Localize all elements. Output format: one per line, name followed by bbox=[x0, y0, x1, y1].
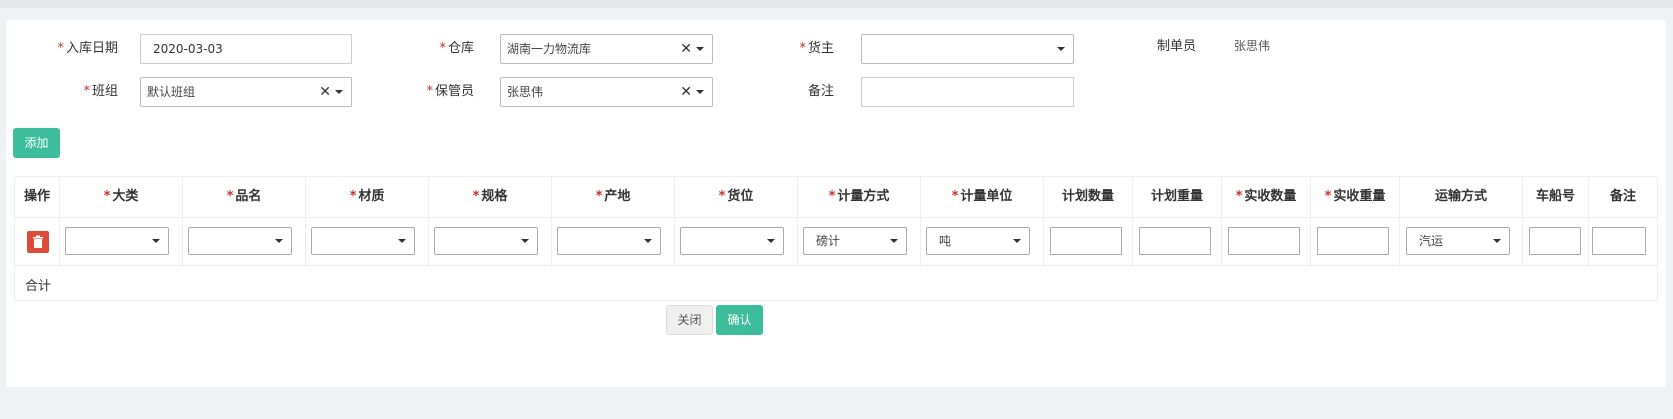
caret-down-icon bbox=[152, 239, 160, 243]
owner-label: * 货主 bbox=[799, 41, 834, 56]
col-header-product-name: * 品名 bbox=[183, 177, 306, 217]
creator-value: 张思伟 bbox=[1234, 39, 1271, 53]
remark-input[interactable] bbox=[861, 77, 1074, 107]
col-header-actual-qty: * 实收数量 bbox=[1222, 177, 1311, 217]
caret-down-icon bbox=[521, 239, 529, 243]
caret-down-icon bbox=[890, 239, 898, 243]
col-header-actual-weight: * 实收重量 bbox=[1311, 177, 1400, 217]
trash-icon bbox=[33, 235, 43, 248]
measure-method-cell: 磅计 bbox=[798, 218, 921, 265]
inbound-date-label: * 入库日期 bbox=[57, 41, 118, 56]
origin-cell bbox=[552, 218, 675, 265]
actual-qty-input[interactable] bbox=[1228, 227, 1300, 255]
measure-method-select[interactable]: 磅计 bbox=[803, 227, 907, 255]
row-divider bbox=[15, 265, 1657, 266]
row-remark-input[interactable] bbox=[1592, 227, 1646, 255]
warehouse-label: * 仓库 bbox=[439, 41, 474, 56]
location-select[interactable] bbox=[680, 227, 784, 255]
close-icon[interactable]: ✕ bbox=[319, 78, 331, 106]
col-header-operation: 操作 bbox=[15, 177, 60, 217]
top-bar bbox=[0, 0, 1673, 8]
caret-down-icon bbox=[767, 239, 775, 243]
material-select[interactable] bbox=[311, 227, 415, 255]
measure-unit-cell: 吨 bbox=[921, 218, 1044, 265]
caret-down-icon bbox=[275, 239, 283, 243]
plan-qty-input[interactable] bbox=[1050, 227, 1122, 255]
spec-select[interactable] bbox=[434, 227, 538, 255]
close-icon[interactable]: ✕ bbox=[680, 78, 692, 106]
col-header-measure-unit: * 计量单位 bbox=[921, 177, 1044, 217]
caret-down-icon bbox=[644, 239, 652, 243]
team-select[interactable]: 默认班组 ✕ bbox=[140, 77, 352, 107]
caret-down-icon bbox=[398, 239, 406, 243]
add-button[interactable]: 添加 bbox=[13, 128, 60, 158]
delete-row-button[interactable] bbox=[27, 231, 49, 253]
col-header-origin: * 产地 bbox=[552, 177, 675, 217]
col-header-plan-weight: 计划重量 bbox=[1133, 177, 1222, 217]
close-button[interactable]: 关闭 bbox=[666, 305, 713, 335]
plan-weight-input[interactable] bbox=[1139, 227, 1211, 255]
col-header-category: * 大类 bbox=[60, 177, 183, 217]
vehicle-no-cell bbox=[1523, 218, 1589, 265]
measure-unit-select[interactable]: 吨 bbox=[926, 227, 1030, 255]
plan-qty-cell bbox=[1044, 218, 1133, 265]
material-cell bbox=[306, 218, 429, 265]
caret-down-icon bbox=[1493, 239, 1501, 243]
category-cell bbox=[60, 218, 183, 265]
col-header-transport: 运输方式 bbox=[1400, 177, 1523, 217]
col-header-location: * 货位 bbox=[675, 177, 798, 217]
caret-down-icon bbox=[1013, 239, 1021, 243]
close-icon[interactable]: ✕ bbox=[680, 35, 692, 63]
product-name-select[interactable] bbox=[188, 227, 292, 255]
category-select[interactable] bbox=[65, 227, 169, 255]
actual-qty-cell bbox=[1222, 218, 1311, 265]
items-table: 操作 * 大类 * 品名 * 材质 * 规格 * 产地 * 货位 * 计量方式 * 计量单位 计… bbox=[14, 176, 1658, 301]
transport-cell: 汽运 bbox=[1400, 218, 1523, 265]
total-label: 合计 bbox=[25, 279, 52, 294]
col-header-remark: 备注 bbox=[1609, 189, 1636, 204]
confirm-button[interactable]: 确认 bbox=[716, 305, 763, 335]
keeper-select[interactable]: 张思伟 ✕ bbox=[500, 77, 713, 107]
remark-label: 备注 bbox=[807, 84, 834, 99]
col-header-measure-method: * 计量方式 bbox=[798, 177, 921, 217]
inbound-date-input[interactable]: 2020-03-03 bbox=[140, 34, 352, 64]
table-row bbox=[15, 218, 60, 265]
plan-weight-cell bbox=[1133, 218, 1222, 265]
origin-select[interactable] bbox=[557, 227, 661, 255]
product-name-cell bbox=[183, 218, 306, 265]
caret-down-icon bbox=[696, 47, 704, 51]
actual-weight-input[interactable] bbox=[1317, 227, 1389, 255]
col-header-material: * 材质 bbox=[306, 177, 429, 217]
warehouse-select[interactable]: 湖南一力物流库 ✕ bbox=[500, 34, 713, 64]
transport-select[interactable]: 汽运 bbox=[1406, 227, 1510, 255]
team-label: * 班组 bbox=[83, 84, 118, 99]
row-remark-cell bbox=[1589, 218, 1657, 265]
keeper-label: * 保管员 bbox=[426, 84, 474, 99]
col-header-vehicle-no: 车船号 bbox=[1523, 177, 1589, 217]
location-cell bbox=[675, 218, 798, 265]
col-header-plan-qty: 计划数量 bbox=[1044, 177, 1133, 217]
caret-down-icon bbox=[335, 90, 343, 94]
caret-down-icon bbox=[1057, 47, 1065, 51]
spec-cell bbox=[429, 218, 552, 265]
creator-label: 制单员 bbox=[1156, 39, 1196, 54]
caret-down-icon bbox=[696, 90, 704, 94]
owner-select[interactable] bbox=[861, 34, 1074, 64]
vehicle-no-input[interactable] bbox=[1529, 227, 1581, 255]
actual-weight-cell bbox=[1311, 218, 1400, 265]
col-header-spec: * 规格 bbox=[429, 177, 552, 217]
